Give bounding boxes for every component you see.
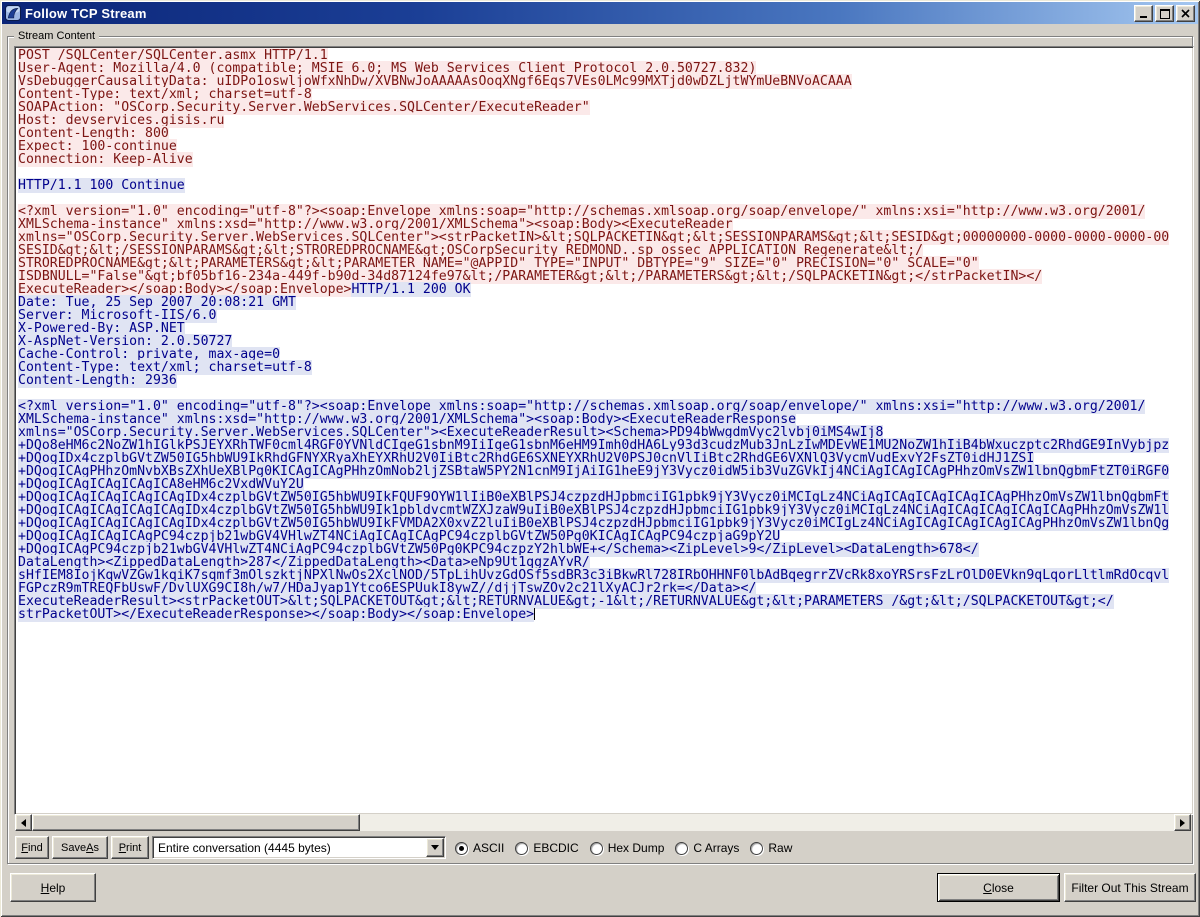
conversation-range-value: Entire conversation (4445 bytes): [158, 840, 331, 855]
dropdown-arrow-button[interactable]: [426, 838, 444, 857]
minimize-button[interactable]: [1134, 5, 1153, 22]
scroll-left-button[interactable]: [15, 814, 32, 831]
radio-circle-icon: [455, 841, 468, 855]
stream-line: Server: Microsoft-IIS/6.0: [18, 308, 1191, 323]
horizontal-scrollbar[interactable]: [15, 814, 1191, 831]
text-cursor: [534, 608, 536, 620]
stream-line: Connection: Keep-Alive: [18, 152, 1191, 167]
stream-text: POST /SQLCenter/SQLCenter.asmx HTTP/1.1 U…: [18, 48, 1191, 622]
client-data-segment: Connection: Keep-Alive: [18, 152, 193, 167]
stream-text-area[interactable]: POST /SQLCenter/SQLCenter.asmx HTTP/1.1 U…: [14, 46, 1194, 815]
close-button[interactable]: Close: [937, 873, 1060, 902]
radio-label: EBCDIC: [533, 841, 579, 855]
radio-label: Hex Dump: [607, 841, 665, 855]
follow-tcp-stream-dialog: Follow TCP Stream Stream Content POST /S…: [0, 0, 1200, 917]
server-data-segment: strPacketOUT></ExecuteReaderResponse></s…: [18, 607, 535, 622]
radio-c-arrays[interactable]: C Arrays: [675, 841, 739, 855]
stream-line: Content-Length: 2936: [18, 373, 1191, 388]
radio-ascii[interactable]: ASCII: [455, 841, 504, 855]
stream-content-label: Stream Content: [14, 30, 100, 42]
print-button[interactable]: Print: [111, 836, 149, 859]
server-data-segment: Content-Length: 2936: [18, 373, 177, 388]
minimize-icon: [1140, 16, 1147, 18]
close-icon: [1181, 9, 1190, 18]
wireshark-icon: [5, 5, 21, 21]
window-title: Follow TCP Stream: [25, 5, 147, 21]
radio-circle-icon: [750, 841, 764, 855]
radio-ebcdic[interactable]: EBCDIC: [515, 841, 579, 855]
radio-raw[interactable]: Raw: [750, 841, 792, 855]
radio-hex-dump[interactable]: Hex Dump: [589, 841, 665, 855]
filter-out-stream-button[interactable]: Filter Out This Stream: [1064, 873, 1196, 902]
save-as-button[interactable]: Save As: [52, 836, 108, 859]
radio-circle-icon: [515, 841, 529, 855]
window-controls: [1134, 5, 1195, 22]
scrollbar-thumb[interactable]: [32, 814, 360, 831]
scroll-right-button[interactable]: [1174, 814, 1191, 831]
server-data-segment: HTTP/1.1 200 OK: [351, 282, 471, 297]
stream-line: Expect: 100-continue: [18, 139, 1191, 154]
stream-line: [18, 166, 1191, 179]
conversation-range-select[interactable]: Entire conversation (4445 bytes): [152, 836, 446, 859]
display-mode-radio-group: ASCII EBCDIC Hex Dump C Arrays Raw: [455, 838, 792, 858]
stream-line: HTTP/1.1 100 Continue: [18, 178, 1191, 193]
triangle-left-icon: [17, 818, 26, 827]
radio-label: ASCII: [473, 841, 505, 855]
server-data-segment: HTTP/1.1 100 Continue: [18, 178, 185, 193]
help-button[interactable]: Help: [10, 873, 96, 902]
radio-label: Raw: [768, 841, 793, 855]
maximize-icon: [1159, 8, 1170, 19]
maximize-button[interactable]: [1155, 5, 1174, 22]
stream-line: Content-Type: text/xml; charset=utf-8: [18, 360, 1191, 375]
radio-circle-icon: [589, 841, 603, 855]
titlebar[interactable]: Follow TCP Stream: [2, 2, 1198, 24]
stream-line: Host: devservices.gisis.ru: [18, 113, 1191, 128]
stream-line: Content-Length: 800: [18, 126, 1191, 141]
stream-line: strPacketOUT></ExecuteReaderResponse></s…: [18, 607, 1191, 622]
find-button[interactable]: Find: [15, 836, 49, 859]
window-close-button[interactable]: [1176, 5, 1195, 22]
chevron-down-icon: [431, 845, 439, 854]
radio-circle-icon: [675, 841, 689, 855]
triangle-right-icon: [1180, 818, 1189, 827]
radio-label: C Arrays: [693, 841, 740, 855]
